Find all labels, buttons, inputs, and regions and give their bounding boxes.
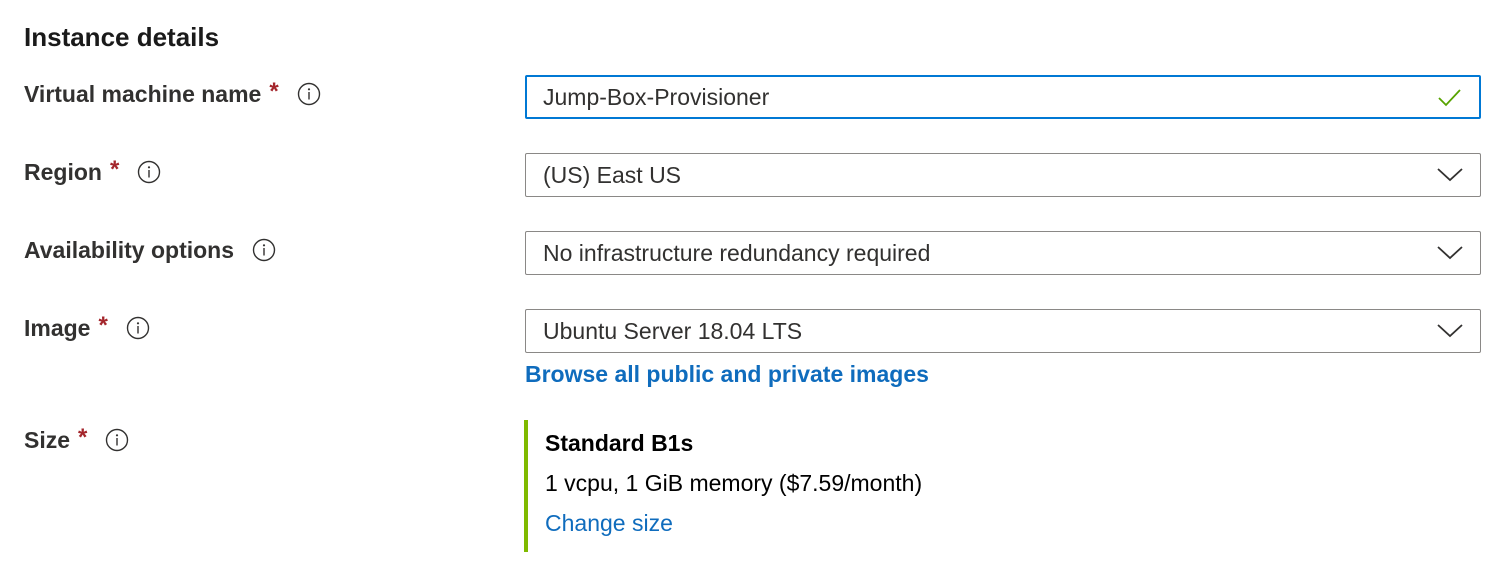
availability-value: No infrastructure redundancy required: [543, 239, 931, 266]
size-label-group: Size *: [24, 418, 129, 462]
region-value: (US) East US: [543, 161, 682, 188]
availability-label-group: Availability options: [24, 228, 276, 272]
browse-images-link[interactable]: Browse all public and private images: [525, 361, 929, 388]
size-label: Size: [24, 426, 71, 453]
section-title: Instance details: [24, 22, 220, 52]
image-label-group: Image *: [24, 306, 150, 350]
chevron-down-icon: [1430, 155, 1470, 195]
info-icon[interactable]: [105, 428, 129, 452]
size-description: 1 vcpu, 1 GiB memory ($7.59/month): [545, 470, 923, 496]
vm-name-input[interactable]: Jump-Box-Provisioner: [525, 75, 1481, 119]
info-icon[interactable]: [126, 316, 150, 340]
size-summary-card: Standard B1s 1 vcpu, 1 GiB memory ($7.59…: [524, 420, 1124, 552]
size-name: Standard B1s: [545, 430, 694, 456]
availability-dropdown[interactable]: No infrastructure redundancy required: [525, 231, 1481, 275]
check-icon: [1429, 77, 1469, 117]
vm-name-label-group: Virtual machine name *: [24, 72, 321, 116]
image-dropdown[interactable]: Ubuntu Server 18.04 LTS: [525, 309, 1481, 353]
region-dropdown[interactable]: (US) East US: [525, 153, 1481, 197]
required-marker: *: [98, 312, 108, 339]
info-icon[interactable]: [252, 238, 276, 262]
required-marker: *: [78, 424, 88, 451]
image-value: Ubuntu Server 18.04 LTS: [543, 317, 803, 344]
info-icon[interactable]: [137, 160, 161, 184]
change-size-link[interactable]: Change size: [545, 510, 673, 537]
info-icon[interactable]: [297, 82, 321, 106]
required-marker: *: [109, 156, 120, 183]
availability-label: Availability options: [24, 236, 235, 263]
chevron-down-icon: [1430, 311, 1470, 351]
region-label: Region: [24, 158, 102, 185]
image-label: Image: [24, 314, 91, 341]
region-label-group: Region *: [24, 150, 161, 194]
chevron-down-icon: [1430, 233, 1470, 273]
vm-name-value: Jump-Box-Provisioner: [543, 83, 770, 110]
vm-name-label: Virtual machine name: [24, 80, 262, 107]
required-marker: *: [269, 78, 279, 105]
